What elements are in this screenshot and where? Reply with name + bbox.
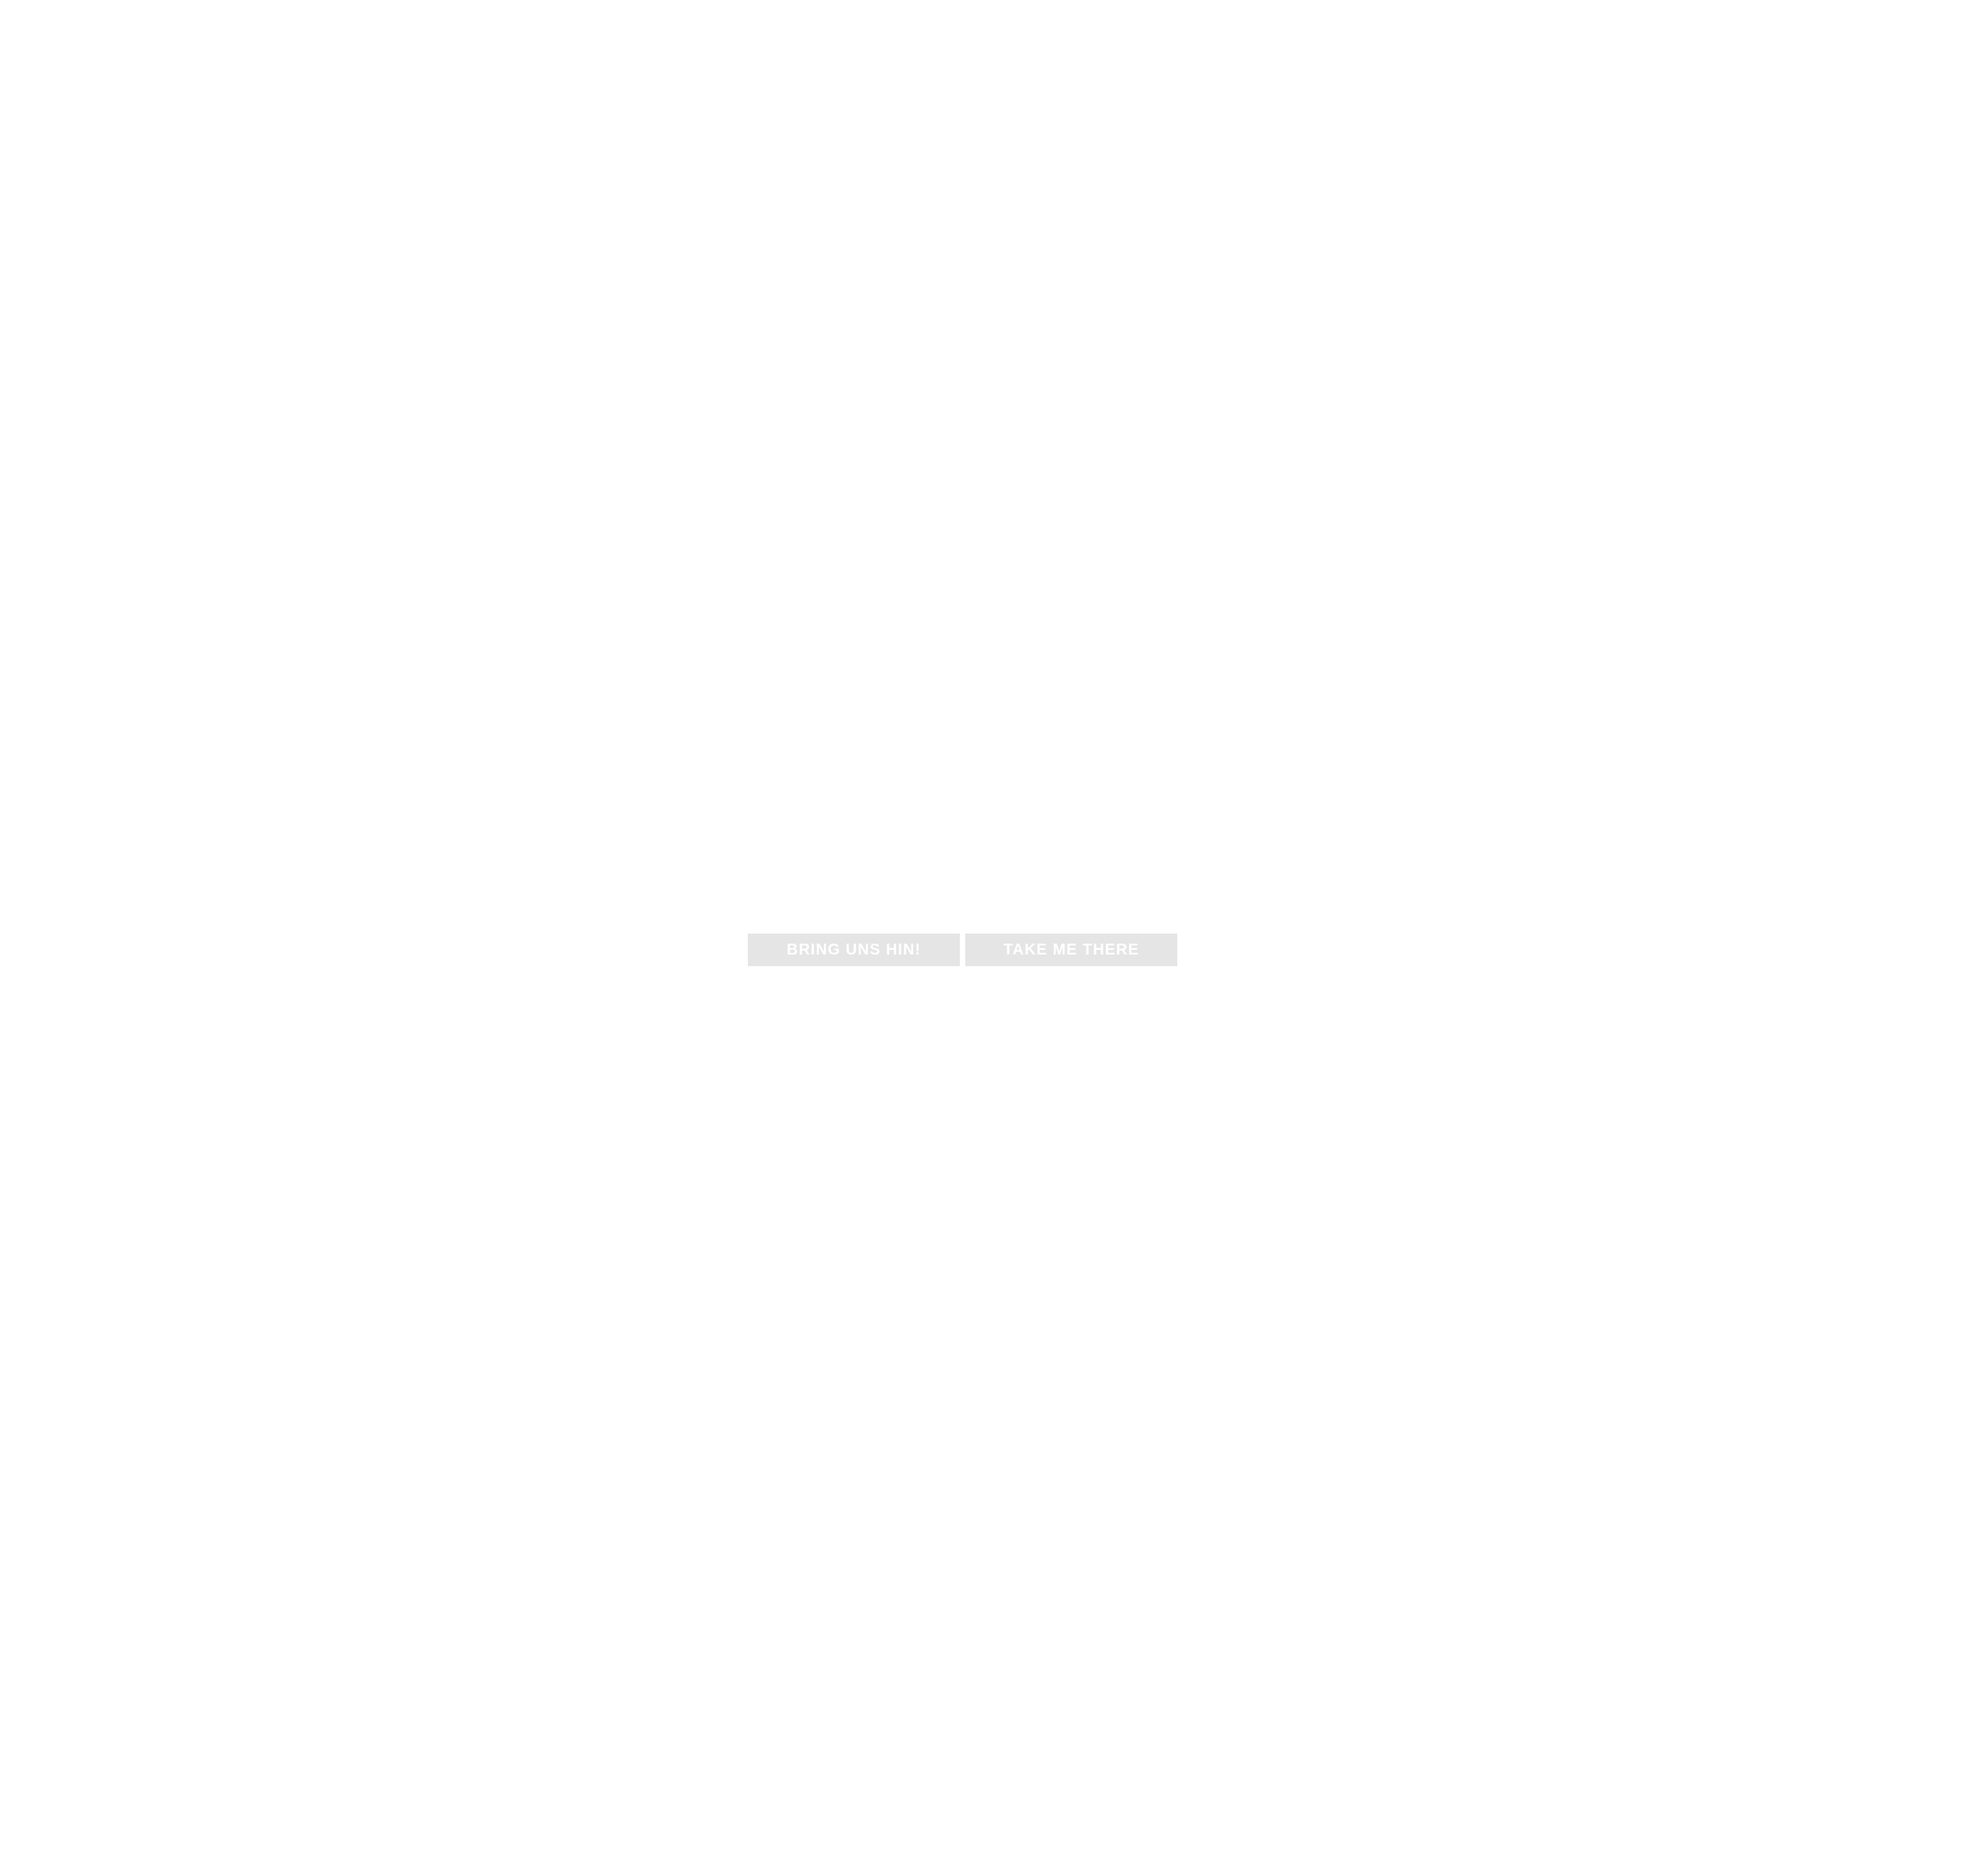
enter-english-button[interactable]: TAKE ME THERE xyxy=(965,934,1177,966)
language-choice-buttons: BRING UNS HIN! TAKE ME THERE xyxy=(748,934,1177,966)
enter-german-button[interactable]: BRING UNS HIN! xyxy=(748,934,960,966)
splash-page: BRING UNS HIN! TAKE ME THERE xyxy=(0,0,1988,1864)
